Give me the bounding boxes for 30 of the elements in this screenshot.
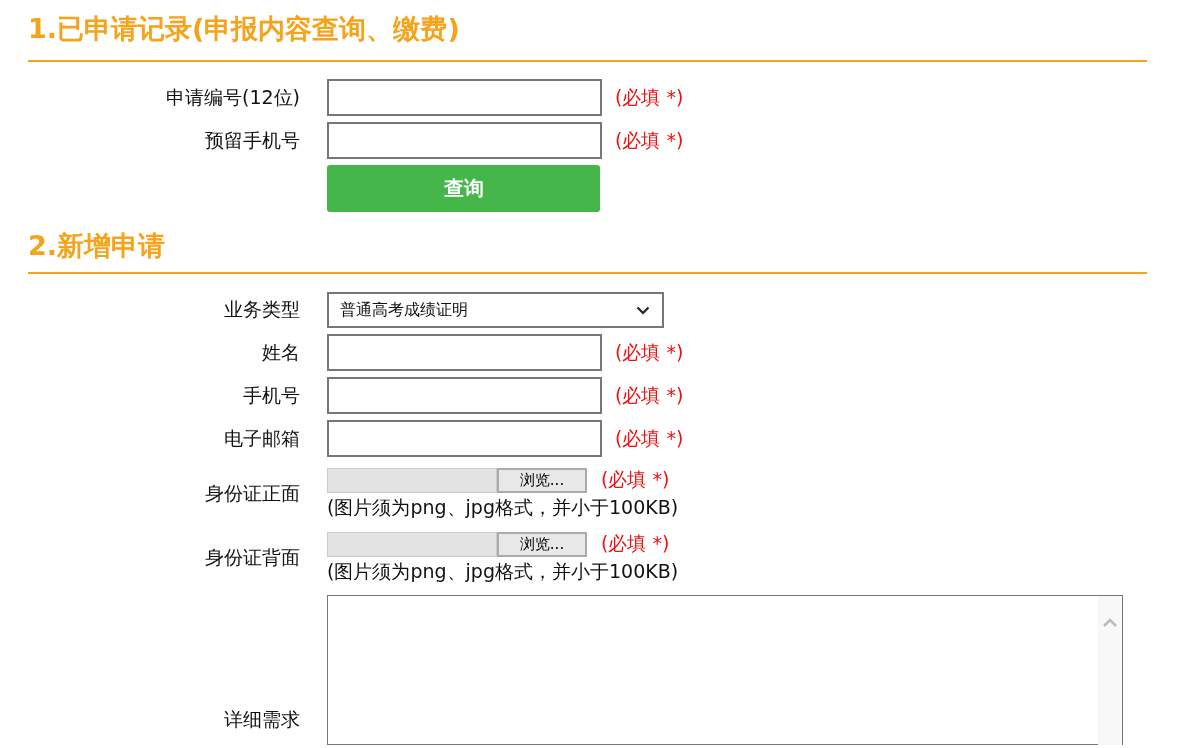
file-hint: (图片须为png、jpg格式，并小于100KB) [327,559,679,584]
field-label: 电子邮箱 [223,425,300,451]
field-label: 身份证背面 [204,545,300,570]
input-field[interactable] [327,79,602,116]
section-heading: 2.新增申请 [28,229,166,263]
scrollbar[interactable] [1098,596,1122,745]
dropdown[interactable]: 普通高考成绩证明 [327,292,664,328]
input-field[interactable] [327,377,602,414]
field-label: 手机号 [242,382,300,408]
required-note: (必填 *) [615,339,684,365]
required-note: (必填 *) [615,425,684,451]
input-field[interactable] [327,122,602,159]
required-note: (必填 *) [615,382,684,408]
field-label: 预留手机号 [204,127,300,153]
section-heading: 1.已申请记录(申报内容查询、缴费) [28,12,460,46]
field-label: 详细需求 [223,707,300,732]
required-note: (必填 *) [615,127,684,153]
field-label: 姓名 [261,339,300,365]
input-field[interactable] [327,420,602,457]
field-label: 身份证正面 [204,481,300,506]
browse-button[interactable]: 浏览... [497,467,587,493]
file-hint: (图片须为png、jpg格式，并小于100KB) [327,495,679,520]
browse-button[interactable]: 浏览... [497,531,587,557]
input-field[interactable] [327,334,602,371]
required-note: (必填 *) [615,84,684,110]
field-label: 业务类型 [223,297,300,322]
field-label: 申请编号(12位) [165,84,300,110]
required-note: (必填 *) [601,467,670,492]
chevron-down-icon [636,305,650,315]
required-note: (必填 *) [601,531,670,556]
